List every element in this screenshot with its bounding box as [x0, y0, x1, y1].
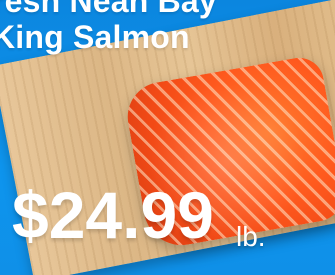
headline: resh Neah Bay King Salmon: [0, 0, 335, 56]
headline-line-2: King Salmon: [0, 19, 190, 55]
price-amount: $24.99: [12, 178, 214, 252]
headline-line-1: resh Neah Bay: [0, 0, 217, 19]
price-unit: lb.: [236, 221, 266, 252]
salmon-ad-image: resh Neah Bay King Salmon $24.99 lb.: [0, 0, 335, 275]
